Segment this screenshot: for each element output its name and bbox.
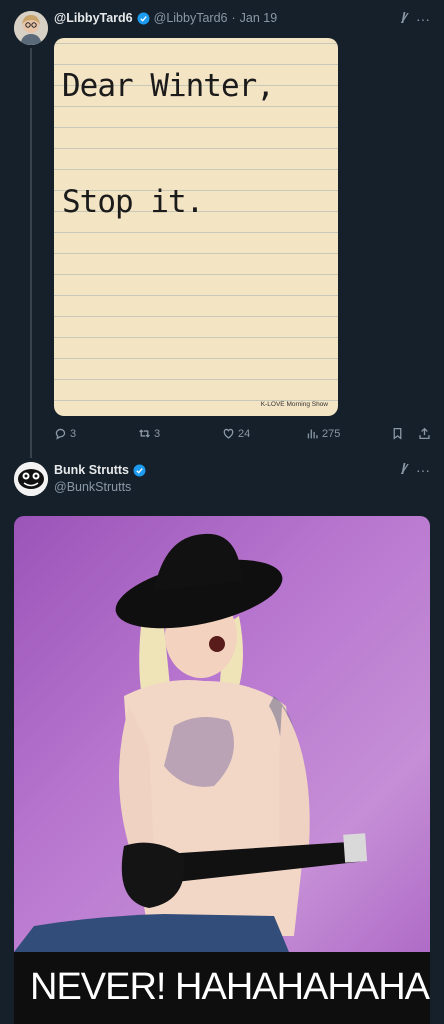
avatar-image — [14, 11, 48, 45]
reply-count: 3 — [70, 427, 77, 440]
more-icon[interactable]: ··· — [416, 11, 430, 27]
tweet-actions: 3 3 24 275 — [54, 427, 432, 443]
display-name[interactable]: Bunk Strutts — [54, 463, 129, 477]
repost-icon — [139, 429, 150, 438]
like-icon — [223, 428, 234, 439]
avatar-image — [14, 462, 48, 496]
thread-line — [30, 48, 32, 458]
like-button[interactable]: 24 — [222, 427, 250, 440]
tweet-image[interactable]: NEVER! HAHAHAHAHA — [14, 516, 430, 1024]
musician-photo — [14, 533, 368, 952]
tweet-top-actions: /⁄ ··· — [401, 461, 430, 478]
avatar[interactable] — [14, 11, 48, 45]
handle[interactable]: @LibbyTard6 — [154, 11, 228, 25]
bookmark-icon — [393, 427, 402, 440]
views-button[interactable]: 275 — [306, 427, 340, 440]
tweet-header: Bunk Strutts — [54, 463, 146, 477]
views-count: 275 — [322, 427, 341, 440]
display-name[interactable]: @LibbyTard6 — [54, 11, 133, 25]
verified-badge-icon — [133, 464, 146, 476]
share-icon — [419, 427, 430, 440]
repost-count: 3 — [154, 427, 161, 440]
reply-icon — [55, 428, 66, 440]
repost-button[interactable]: 3 — [138, 427, 160, 440]
note-text-line2: Stop it. — [62, 184, 204, 220]
separator: · — [231, 11, 236, 25]
timestamp[interactable]: Jan 19 — [240, 11, 278, 25]
avatar[interactable] — [14, 462, 48, 496]
handle[interactable]: @BunkStrutts — [54, 480, 131, 494]
reply-button[interactable]: 3 — [54, 427, 76, 440]
views-icon — [307, 429, 318, 439]
grok-icon[interactable]: /⁄ — [401, 461, 405, 478]
tweet-header: @LibbyTard6 @LibbyTard6 · Jan 19 — [54, 11, 277, 25]
bookmark-button[interactable] — [391, 427, 404, 440]
tweet-image[interactable]: Dear Winter, Stop it. K-LOVE Morning Sho… — [54, 38, 338, 416]
verified-badge-icon — [137, 12, 150, 24]
grok-icon[interactable]: /⁄ — [401, 10, 405, 27]
note-text-line1: Dear Winter, — [62, 68, 275, 104]
image-caption: NEVER! HAHAHAHAHA — [30, 966, 430, 1008]
share-button[interactable] — [418, 427, 431, 440]
tweet-top-actions: /⁄ ··· — [401, 10, 430, 27]
tweet-handle-row: @BunkStrutts — [54, 480, 131, 494]
image-credit: K-LOVE Morning Show — [260, 401, 328, 408]
tweet-1[interactable]: @LibbyTard6 @LibbyTard6 · Jan 19 /⁄ ··· … — [0, 0, 444, 458]
more-icon[interactable]: ··· — [416, 462, 430, 478]
like-count: 24 — [238, 427, 251, 440]
